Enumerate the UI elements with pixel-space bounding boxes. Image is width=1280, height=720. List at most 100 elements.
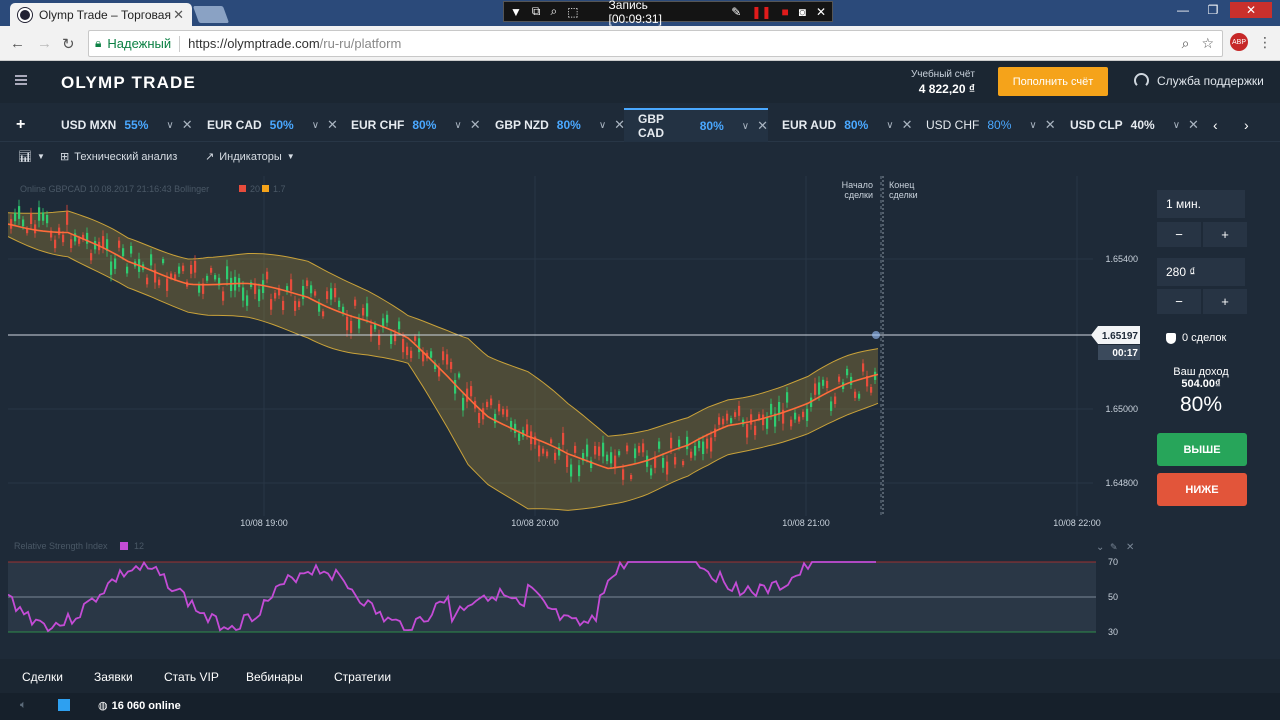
deals-count[interactable]: 0 сделок (1166, 332, 1226, 344)
tech-analysis-button[interactable]: ⊞ Технический анализ (60, 150, 177, 164)
close-tab-icon[interactable]: ✕ (173, 7, 184, 23)
asset-tab[interactable]: EUR AUD 80% ∨ ✕ (782, 108, 913, 142)
candle-body (858, 393, 861, 399)
tab-webinars[interactable]: Вебинары (246, 670, 303, 684)
candle-body (518, 433, 521, 441)
chevron-down-icon[interactable]: ∨ (1173, 120, 1180, 131)
sound-icon[interactable]: 🔈︎ (20, 699, 27, 712)
duration-plus-button[interactable]: + (1203, 222, 1247, 247)
trend-icon: ↗ (205, 151, 215, 163)
chevron-down-icon[interactable]: ∨ (166, 120, 173, 131)
close-icon[interactable]: ✕ (1188, 117, 1199, 133)
add-asset-button[interactable]: + (16, 116, 25, 134)
candle-body (174, 274, 177, 279)
candle-body (210, 268, 213, 273)
candle-body (722, 418, 725, 425)
chart-type-button[interactable]: 📊︎ ▼ (18, 150, 45, 163)
candle-body (102, 236, 105, 248)
candle-body (790, 419, 793, 427)
lower-button[interactable]: НИЖЕ (1157, 473, 1247, 506)
back-icon[interactable]: ← (10, 35, 25, 52)
zoom-magnifier-icon[interactable]: ⌕ (1182, 35, 1190, 52)
pen-icon[interactable]: ✎ (731, 5, 741, 19)
asset-tab[interactable]: EUR CHF 80% ∨ ✕ (351, 108, 481, 142)
stop-icon[interactable]: ■ (781, 5, 788, 19)
asset-tab-active[interactable]: GBP CAD 80% ∨ ✕ (624, 108, 768, 142)
tab-strategies[interactable]: Стратегии (334, 670, 391, 684)
asset-tab[interactable]: USD CLP 40% ∨ ✕ (1070, 108, 1199, 142)
amount-minus-button[interactable]: − (1157, 289, 1201, 314)
amount-plus-button[interactable]: + (1203, 289, 1247, 314)
asset-tab[interactable]: USD MXN 55% ∨ ✕ (61, 108, 193, 142)
chevron-down-icon[interactable]: ∨ (886, 120, 893, 131)
price-chart[interactable]: Online GBPCAD 10.08.2017 21:16:43 Bollin… (7, 176, 1141, 536)
chevron-down-icon[interactable]: ∨ (742, 121, 749, 132)
rsi-panel[interactable]: Relative Strength Index 12 70 50 30 ⌄ ✎ … (7, 538, 1140, 655)
dropdown-icon[interactable]: ▼ (510, 5, 522, 19)
collapse-icon[interactable]: ⌄ (1096, 542, 1104, 553)
candle-body (14, 212, 17, 222)
tab-orders[interactable]: Заявки (94, 670, 133, 684)
reload-icon[interactable]: ↻ (62, 35, 75, 53)
scroll-left-icon[interactable]: ‹ (1213, 117, 1218, 133)
income-percent: 80% (1179, 393, 1223, 416)
zoom-icon[interactable]: ⌕ (550, 4, 557, 19)
omnibox[interactable]: 🔒︎ Надежный https://olymptrade.com/ru-ru… (88, 30, 1223, 57)
candle-body (610, 452, 613, 464)
bookmark-star-icon[interactable]: ☆ (1201, 35, 1214, 52)
minimize-icon[interactable]: — (1170, 2, 1196, 18)
indicators-button[interactable]: ↗ Индикаторы ▼ (205, 150, 295, 164)
recorder-close-icon[interactable]: ✕ (816, 5, 826, 19)
candle-body (242, 287, 245, 301)
price-chart-svg[interactable]: Online GBPCAD 10.08.2017 21:16:43 Bollin… (7, 176, 1141, 536)
asset-tab[interactable]: USD CHF 80% ∨ ✕ (926, 108, 1056, 142)
window-icon[interactable]: ⧉ (532, 4, 541, 19)
chevron-down-icon[interactable]: ∨ (454, 120, 461, 131)
candle-body (42, 212, 45, 221)
chevron-down-icon[interactable]: ∨ (312, 120, 319, 131)
new-tab-button[interactable] (192, 6, 230, 23)
account-balance[interactable]: Учебный счёт 4 822,20 ₫ (903, 69, 975, 96)
camera-icon[interactable]: ◙ (799, 5, 806, 19)
support-link[interactable]: Служба поддержки (1134, 73, 1264, 88)
chevron-down-icon[interactable]: ∨ (1029, 120, 1036, 131)
region-icon[interactable]: ⬚ (567, 5, 578, 19)
asset-tab[interactable]: GBP NZD 80% ∨ ✕ (495, 108, 625, 142)
logo[interactable]: OLYMP TRADE (61, 73, 196, 93)
candle-body (334, 288, 337, 298)
close-icon[interactable]: ✕ (902, 117, 913, 133)
duration-minus-button[interactable]: − (1157, 222, 1201, 247)
rsi-chart-svg[interactable]: Relative Strength Index 12 70 50 30 ⌄ ✎ … (7, 538, 1140, 655)
forward-icon[interactable]: → (37, 35, 52, 52)
close-icon[interactable]: ✕ (1126, 542, 1134, 553)
browser-tab[interactable]: Olymp Trade – Торговая ✕ (10, 3, 192, 26)
deposit-button[interactable]: Пополнить счёт (998, 67, 1108, 96)
menu-kebab-icon[interactable]: ⋮ (1258, 34, 1272, 51)
scroll-right-icon[interactable]: › (1244, 117, 1249, 133)
tab-vip[interactable]: Стать VIP (164, 670, 219, 684)
candle-body (854, 391, 857, 398)
asset-tab[interactable]: EUR CAD 50% ∨ ✕ (207, 108, 338, 142)
close-icon[interactable]: ✕ (757, 118, 768, 134)
higher-button[interactable]: ВЫШЕ (1157, 433, 1247, 466)
maximize-icon[interactable]: ❐ (1200, 2, 1226, 18)
time-tick: 10/08 19:00 (240, 518, 288, 528)
duration-field[interactable]: 1 мин. (1157, 190, 1245, 218)
hamburger-menu-icon[interactable] (15, 75, 27, 85)
candle-body (826, 380, 829, 388)
close-icon[interactable]: ✕ (182, 117, 193, 133)
chevron-down-icon[interactable]: ∨ (599, 120, 606, 131)
close-icon[interactable]: ✕ (1045, 117, 1056, 133)
extension-icon[interactable]: ABP (1230, 33, 1248, 51)
close-icon[interactable]: ✕ (470, 117, 481, 133)
theme-icon[interactable] (58, 699, 70, 711)
asset-name: USD MXN (61, 118, 117, 132)
amount-field[interactable]: 280 ₫ (1157, 258, 1245, 286)
candle-body (602, 442, 605, 457)
window-close-icon[interactable]: ✕ (1230, 2, 1272, 18)
edit-icon[interactable]: ✎ (1110, 542, 1118, 552)
candle-body (862, 363, 865, 372)
tab-deals[interactable]: Сделки (22, 670, 63, 684)
pause-icon[interactable]: ❚❚ (751, 5, 771, 19)
close-icon[interactable]: ✕ (327, 117, 338, 133)
